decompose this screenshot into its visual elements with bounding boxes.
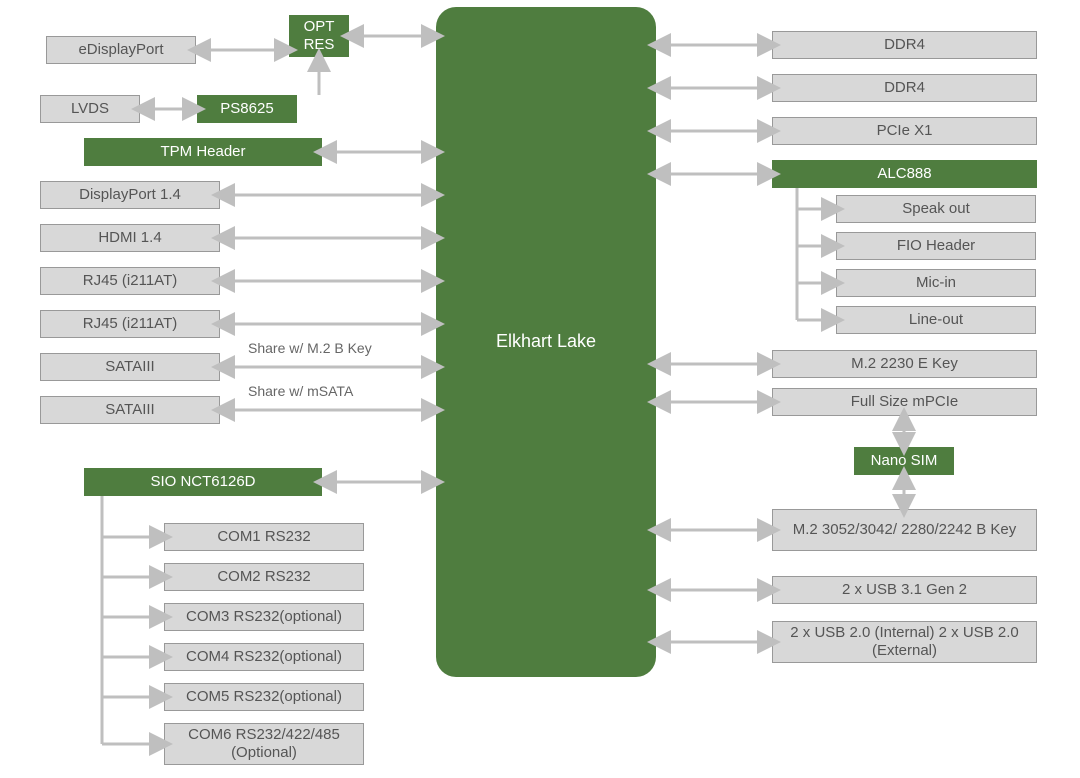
lvds-box: LVDS [40, 95, 140, 123]
m2-e-key-box: M.2 2230 E Key [772, 350, 1037, 378]
com2-box: COM2 RS232 [164, 563, 364, 591]
ddr4-a-box: DDR4 [772, 31, 1037, 59]
lineout-box: Line-out [836, 306, 1036, 334]
alc888-box: ALC888 [772, 160, 1037, 188]
usb20-box: 2 x USB 2.0 (Internal) 2 x USB 2.0 (Exte… [772, 621, 1037, 663]
ps8625-box: PS8625 [197, 95, 297, 123]
pcie-x1-box: PCIe X1 [772, 117, 1037, 145]
sata1-box: SATAIII [40, 353, 220, 381]
m2-b-key-box: M.2 3052/3042/ 2280/2242 B Key [772, 509, 1037, 551]
ddr4-b-box: DDR4 [772, 74, 1037, 102]
com1-box: COM1 RS232 [164, 523, 364, 551]
share-msata-note: Share w/ mSATA [248, 383, 353, 399]
displayport14-box: DisplayPort 1.4 [40, 181, 220, 209]
com5-box: COM5 RS232(optional) [164, 683, 364, 711]
speakout-box: Speak out [836, 195, 1036, 223]
tpm-header-box: TPM Header [84, 138, 322, 166]
rj45-a-box: RJ45 (i211AT) [40, 267, 220, 295]
edisplayport-box: eDisplayPort [46, 36, 196, 64]
fioheader-box: FIO Header [836, 232, 1036, 260]
micin-box: Mic-in [836, 269, 1036, 297]
sata2-box: SATAIII [40, 396, 220, 424]
sio-box: SIO NCT6126D [84, 468, 322, 496]
hdmi14-box: HDMI 1.4 [40, 224, 220, 252]
usb31-box: 2 x USB 3.1 Gen 2 [772, 576, 1037, 604]
opt-res-box: OPT RES [289, 15, 349, 57]
com3-box: COM3 RS232(optional) [164, 603, 364, 631]
com6-box: COM6 RS232/422/485 (Optional) [164, 723, 364, 765]
cpu-box: Elkhart Lake [436, 7, 656, 677]
rj45-b-box: RJ45 (i211AT) [40, 310, 220, 338]
nanosim-box: Nano SIM [854, 447, 954, 475]
com4-box: COM4 RS232(optional) [164, 643, 364, 671]
share-m2-note: Share w/ M.2 B Key [248, 340, 372, 356]
mpcie-box: Full Size mPCIe [772, 388, 1037, 416]
